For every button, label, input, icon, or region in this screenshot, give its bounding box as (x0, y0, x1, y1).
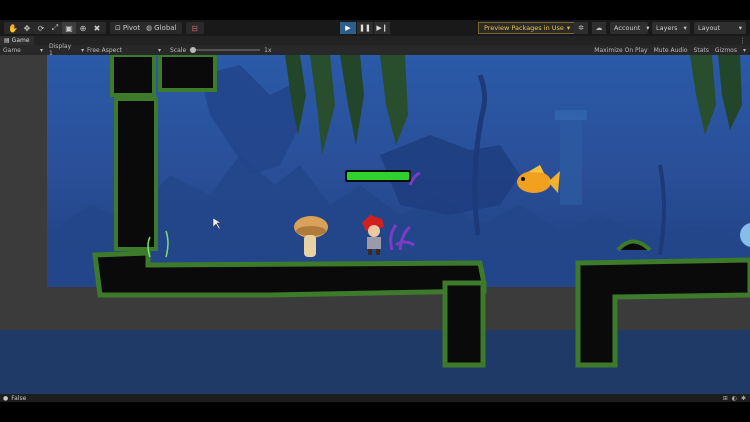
aspect-select[interactable]: Free Aspect ▾ (84, 47, 164, 54)
scale-slider[interactable] (190, 47, 261, 53)
network-icon[interactable]: ⊞ (723, 395, 728, 402)
main-toolbar: ✋ ✥ ⟳ ⤢ ▣ ⊕ ✖ ⊡ Pivot ◍ Global ⊟ ▶ ❚❚ ▶❙ P… (0, 20, 750, 36)
tab-game[interactable]: ▤ Game (0, 36, 34, 45)
step-button[interactable]: ▶❙ (374, 22, 390, 34)
gamepad-icon: ▤ (4, 37, 10, 44)
scale-control: Scale 1x (170, 47, 272, 54)
pivot-group: ⊡ Pivot ◍ Global (110, 22, 182, 34)
scale-value: 1x (264, 46, 272, 54)
pause-button[interactable]: ❚❚ (357, 22, 373, 34)
preview-packages-dropdown[interactable]: Preview Packages in Use ▾ (478, 22, 577, 34)
right-tools: ✲ ☁ Account ▾ Layers ▾ Layout ▾ (574, 22, 746, 34)
snap-icon[interactable]: ⊟ (188, 22, 202, 34)
pivot-icon: ⊡ (115, 24, 121, 32)
play-controls: ▶ ❚❚ ▶❙ (340, 22, 390, 34)
chevron-down-icon: ▾ (738, 24, 742, 32)
gizmos-toggle[interactable]: Gizmos (715, 47, 737, 54)
scale-icon[interactable]: ⤢ (48, 22, 62, 34)
snap-group: ⊟ (185, 22, 204, 34)
status-icons: ⊞ ◐ ✱ (723, 395, 746, 402)
global-toggle[interactable]: ◍ Global (143, 24, 179, 32)
chevron-down-icon: ▾ (157, 46, 161, 54)
kebab-menu-icon[interactable]: ⋮ (739, 37, 750, 45)
cloud-icon[interactable]: ☁ (592, 22, 606, 34)
account-label: Account (614, 24, 641, 32)
account-dropdown[interactable]: Account ▾ (610, 22, 650, 34)
water-area (0, 330, 750, 394)
game-view-options: Maximize On Play Mute Audio Stats Gizmos… (594, 47, 746, 54)
tab-game-label: Game (11, 37, 30, 44)
status-bar: ● False ⊞ ◐ ✱ (0, 394, 750, 402)
settings-icon[interactable]: ✲ (574, 22, 588, 34)
layers-dropdown[interactable]: Layers ▾ (652, 22, 690, 34)
game-view-toolbar: Game ▾ Display 1 ▾ Free Aspect ▾ Scale 1x M… (0, 43, 750, 57)
custom-tool-icon[interactable]: ✖ (90, 22, 104, 34)
preview-packages-label: Preview Packages in Use (484, 24, 564, 32)
pivot-label: Pivot (122, 24, 141, 32)
hand-icon[interactable]: ✋ (6, 22, 20, 34)
scale-label: Scale (170, 46, 187, 54)
mute-audio-toggle[interactable]: Mute Audio (654, 47, 688, 54)
chevron-down-icon: ▾ (683, 24, 687, 32)
progress-icon[interactable]: ◐ (732, 395, 737, 402)
play-button[interactable]: ▶ (340, 22, 356, 34)
info-icon: ● (3, 394, 9, 402)
pivot-toggle[interactable]: ⊡ Pivot (112, 24, 143, 32)
view-select-label: Game (3, 46, 21, 54)
chevron-down-icon: ▾ (566, 24, 571, 32)
maximize-on-play-toggle[interactable]: Maximize On Play (594, 47, 647, 54)
move-icon[interactable]: ✥ (20, 22, 34, 34)
player-health-bar (345, 170, 411, 182)
layout-label: Layout (698, 24, 721, 32)
globe-icon: ◍ (146, 24, 153, 32)
chevron-down-icon[interactable]: ▾ (743, 47, 746, 54)
layers-label: Layers (656, 24, 678, 32)
game-scene[interactable] (0, 55, 750, 394)
chevron-down-icon: ▾ (39, 46, 43, 54)
view-select[interactable]: Game ▾ (0, 47, 46, 54)
global-label: Global (154, 24, 177, 32)
scale-slider-knob[interactable] (190, 47, 197, 53)
status-message: False (11, 394, 27, 402)
tool-group: ✋ ✥ ⟳ ⤢ ▣ ⊕ ✖ (4, 22, 106, 34)
rect-tool-icon[interactable]: ▣ (62, 22, 76, 34)
tab-bar: ▤ Game ⋮ (0, 36, 750, 45)
chevron-down-icon: ▾ (646, 24, 650, 32)
stats-toggle[interactable]: Stats (694, 47, 709, 54)
console-message[interactable]: ● False (0, 395, 26, 402)
aspect-select-label: Free Aspect (87, 46, 123, 54)
layout-dropdown[interactable]: Layout ▾ (694, 22, 746, 34)
transform-icon[interactable]: ⊕ (76, 22, 90, 34)
rotate-icon[interactable]: ⟳ (34, 22, 48, 34)
game-viewport[interactable] (0, 55, 750, 394)
lightbulb-icon[interactable]: ✱ (741, 395, 746, 402)
